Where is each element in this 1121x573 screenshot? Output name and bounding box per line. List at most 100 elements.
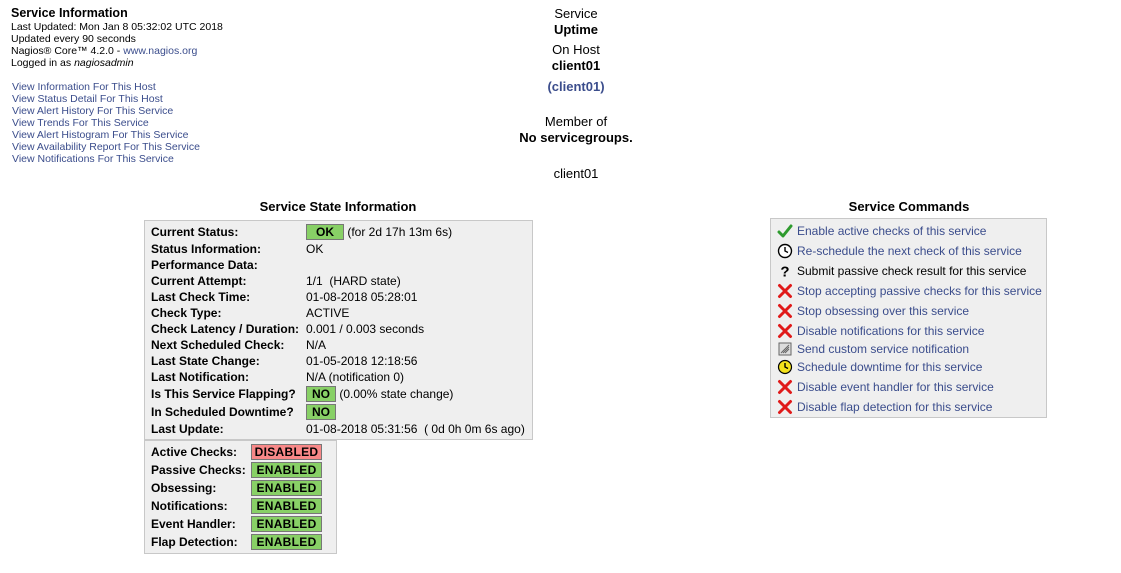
- state-row-status-info: Status Information: OK: [151, 241, 323, 257]
- cmd-stop-passive-checks[interactable]: Stop accepting passive checks for this s…: [776, 281, 1042, 299]
- question-icon: ?: [776, 263, 794, 279]
- update-interval: Updated every 90 seconds: [11, 33, 136, 45]
- state-row-last-update: Last Update: 01-08-2018 05:31:56 ( 0d 0h …: [151, 421, 525, 437]
- state-label: In Scheduled Downtime?: [151, 405, 294, 419]
- svg-text:?: ?: [780, 263, 789, 279]
- feature-status-badge: ENABLED: [251, 480, 322, 496]
- state-row-downtime: In Scheduled Downtime? NO: [151, 404, 336, 420]
- state-label: Last State Change:: [151, 354, 260, 368]
- state-value: 01-05-2018 12:18:56: [306, 354, 418, 368]
- host-alias: (client01): [426, 79, 726, 94]
- state-row-check-type: Check Type: ACTIVE: [151, 305, 349, 321]
- link-trends[interactable]: View Trends For This Service: [12, 117, 200, 129]
- logged-in-user: nagiosadmin: [74, 57, 134, 69]
- state-row-attempt: Current Attempt: 1/1 (HARD state): [151, 273, 401, 289]
- state-label: Is This Service Flapping?: [151, 387, 296, 401]
- member-value: No servicegroups.: [519, 130, 633, 145]
- downtime-clock-icon: [776, 359, 794, 375]
- cmd-stop-obsessing[interactable]: Stop obsessing over this service: [776, 301, 969, 319]
- state-info-title: Service State Information: [259, 199, 417, 214]
- link-host-status[interactable]: View Status Detail For This Host: [12, 93, 200, 105]
- cmd-label[interactable]: Disable event handler for this service: [797, 380, 994, 394]
- check-icon: [776, 223, 794, 239]
- cmd-send-notification[interactable]: Send custom service notification: [776, 339, 969, 357]
- x-icon: [776, 283, 794, 299]
- host-address: client01: [553, 166, 599, 181]
- link-availability[interactable]: View Availability Report For This Servic…: [12, 141, 200, 153]
- state-label: Last Update:: [151, 422, 224, 436]
- service-label: Service: [554, 6, 598, 21]
- cmd-enable-active-checks[interactable]: Enable active checks of this service: [776, 221, 986, 239]
- state-label: Status Information:: [151, 242, 261, 256]
- state-row-last-check: Last Check Time: 01-08-2018 05:28:01: [151, 289, 417, 305]
- link-host-info[interactable]: View Information For This Host: [12, 81, 200, 93]
- cmd-label[interactable]: Submit passive check result for this ser…: [797, 264, 1026, 278]
- status-badge: OK: [306, 224, 344, 240]
- feature-row-flap-detection: Flap Detection: ENABLED: [151, 533, 322, 551]
- cmd-label[interactable]: Re-schedule the next check of this servi…: [797, 244, 1022, 258]
- state-row-last-notification: Last Notification: N/A (notification 0): [151, 369, 404, 385]
- last-updated: Last Updated: Mon Jan 8 05:32:02 UTC 201…: [11, 21, 223, 33]
- downtime-badge: NO: [306, 404, 336, 420]
- commands-table: Enable active checks of this service Re-…: [770, 218, 1047, 418]
- state-value: ACTIVE: [306, 306, 350, 320]
- service-name: Uptime: [553, 22, 599, 37]
- state-label: Current Attempt:: [151, 274, 247, 288]
- cmd-disable-event-handler[interactable]: Disable event handler for this service: [776, 377, 994, 395]
- commands-title: Service Commands: [848, 199, 970, 214]
- feature-status-badge: ENABLED: [251, 516, 322, 532]
- feature-row-active-checks: Active Checks: DISABLED: [151, 443, 322, 461]
- feature-status-badge: ENABLED: [251, 498, 322, 514]
- state-label: Current Status:: [151, 225, 239, 239]
- cmd-submit-passive-result[interactable]: ? Submit passive check result for this se…: [776, 261, 1026, 279]
- cmd-reschedule-check[interactable]: Re-schedule the next check of this servi…: [776, 241, 1022, 259]
- cmd-label[interactable]: Send custom service notification: [797, 342, 969, 356]
- feature-label: Flap Detection:: [151, 535, 238, 549]
- cmd-disable-notifications[interactable]: Disable notifications for this service: [776, 321, 984, 339]
- feature-label: Event Handler:: [151, 517, 236, 531]
- state-row-perf-data: Performance Data:: [151, 257, 306, 273]
- cmd-schedule-downtime[interactable]: Schedule downtime for this service: [776, 357, 982, 375]
- product-name: Nagios® Core™ 4.2.0 -: [11, 45, 124, 57]
- link-alert-histogram[interactable]: View Alert Histogram For This Service: [12, 129, 200, 141]
- state-value: 01-08-2018 05:28:01: [306, 290, 418, 304]
- state-value: 1/1 (HARD state): [306, 274, 401, 288]
- state-label: Last Notification:: [151, 370, 249, 384]
- cmd-label[interactable]: Stop accepting passive checks for this s…: [797, 284, 1042, 298]
- state-value: 01-08-2018 05:31:56 ( 0d 0h 0m 6s ago): [306, 422, 525, 436]
- feature-status-badge: ENABLED: [251, 462, 322, 478]
- cmd-disable-flap-detection[interactable]: Disable flap detection for this service: [776, 397, 992, 415]
- state-row-flapping: Is This Service Flapping? NO (0.00% state…: [151, 386, 453, 402]
- info-box: Service Information Last Updated: Mon Ja…: [11, 6, 251, 69]
- host-alias-link[interactable]: (client01): [547, 79, 604, 94]
- state-row-last-state-change: Last State Change: 01-05-2018 12:18:56: [151, 353, 417, 369]
- cmd-label[interactable]: Disable flap detection for this service: [797, 400, 992, 414]
- nagios-link[interactable]: www.nagios.org: [123, 45, 197, 57]
- x-icon: [776, 399, 794, 415]
- state-value: (0.00% state change): [339, 387, 454, 401]
- state-label: Performance Data:: [151, 258, 258, 272]
- state-label: Check Type:: [151, 306, 222, 320]
- feature-row-passive-checks: Passive Checks: ENABLED: [151, 461, 322, 479]
- feature-label: Obsessing:: [151, 481, 217, 495]
- logged-in-label: Logged in as: [11, 57, 75, 69]
- feature-row-event-handler: Event Handler: ENABLED: [151, 515, 322, 533]
- notify-icon: [776, 341, 794, 357]
- feature-status-badge: ENABLED: [251, 534, 322, 550]
- cmd-label[interactable]: Stop obsessing over this service: [797, 304, 969, 318]
- link-alert-history[interactable]: View Alert History For This Service: [12, 105, 200, 117]
- state-value: OK: [306, 242, 324, 256]
- state-value: N/A (notification 0): [306, 370, 405, 384]
- features-table: Active Checks: DISABLED Passive Checks: EN…: [144, 440, 337, 554]
- link-notifications[interactable]: View Notifications For This Service: [12, 153, 200, 165]
- product-line: Nagios® Core™ 4.2.0 - www.nagios.org: [11, 45, 251, 57]
- cmd-label[interactable]: Disable notifications for this service: [797, 324, 984, 338]
- state-value: N/A: [306, 338, 327, 352]
- logged-in-line: Logged in as nagiosadmin: [11, 57, 251, 69]
- state-label: Last Check Time:: [151, 290, 251, 304]
- feature-status-badge: DISABLED: [251, 444, 322, 460]
- state-row-next-check: Next Scheduled Check: N/A: [151, 337, 326, 353]
- cmd-label[interactable]: Schedule downtime for this service: [797, 360, 982, 374]
- feature-row-notifications: Notifications: ENABLED: [151, 497, 322, 515]
- cmd-label[interactable]: Enable active checks of this service: [797, 224, 986, 238]
